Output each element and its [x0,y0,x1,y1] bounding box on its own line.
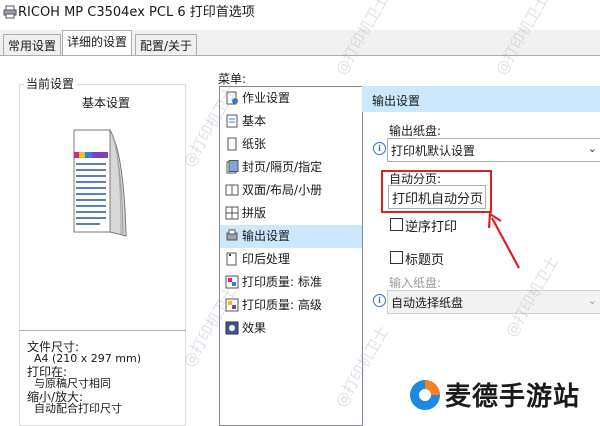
menu-item-paper[interactable]: 纸张 [220,133,362,156]
settings-divider [19,330,186,331]
document-preview-image [73,128,127,237]
output-tray-value: 打印机默认设置 [391,144,476,158]
cover-icon [226,160,239,174]
menu-item-quality-advanced[interactable]: 打印质量: 高级 [220,294,362,317]
paper-icon [227,137,237,151]
brand-name: 麦德手游站 [445,382,581,412]
menu-item-output[interactable]: 输出设置 [220,225,362,248]
reverse-order-label: 逆序打印 [405,220,458,235]
menu-item-label: 封页/隔页/指定 [242,160,323,174]
window-title: RICOH MP C3504ex PCL 6 打印首选项 [18,5,255,20]
input-tray-label: 输入纸盘: [389,276,442,290]
tab-common-settings[interactable]: 常用设置 [3,34,62,57]
menu-item-label: 打印质量: 高级 [242,298,322,312]
chevron-down-icon: ⌄ [587,294,597,307]
paper-size-value: A4 (210 x 297 mm) [34,352,142,365]
menu-list[interactable]: 作业设置 基本 纸张 封页/隔页/指定 双面/布局/小册 拼版 输出设置 印后处… [219,86,363,426]
current-settings-title: 当前设置 [24,75,77,92]
menu-item-label: 输出设置 [242,229,291,243]
printer-icon [3,5,17,19]
menu-item-quality-standard[interactable]: 打印质量: 标准 [220,271,362,294]
output-settings-header: 输出设置 [362,86,600,112]
quality-standard-icon [225,275,239,289]
title-bar: RICOH MP C3504ex PCL 6 打印首选项 [0,0,600,30]
effects-icon [225,321,239,335]
tab-strip: 常用设置 详细的设置 配置/关于 [0,30,600,57]
info-icon: i [373,142,386,155]
menu-item-imposition[interactable]: 拼版 [220,202,362,225]
menu-label: 菜单: [218,72,247,86]
basic-icon [226,114,238,128]
menu-item-label: 作业设置 [242,91,291,105]
menu-item-label: 基本 [242,114,267,128]
highlight-annotation-box [381,170,492,213]
slip-sheet-label: 标题页 [405,253,445,268]
menu-item-label: 拼版 [242,206,267,220]
menu-item-label: 双面/布局/小册 [242,183,323,197]
brand-logo-icon [410,380,440,410]
print-on-value: 与原稿尺寸相同 [34,377,111,390]
menu-item-job-settings[interactable]: 作业设置 [220,87,362,110]
finishing-icon [226,252,237,266]
quality-advanced-icon [225,298,239,312]
reverse-order-checkbox[interactable] [390,218,403,231]
output-icon [226,229,238,241]
menu-item-basic[interactable]: 基本 [220,110,362,133]
tab-config-about[interactable]: 配置/关于 [135,34,198,57]
chevron-down-icon: ⌄ [587,142,597,155]
menu-item-label: 纸张 [242,137,267,151]
slip-sheet-checkbox[interactable] [390,251,403,264]
menu-item-finishing[interactable]: 印后处理 [220,248,362,271]
tab-detailed-settings[interactable]: 详细的设置 [62,30,133,56]
output-tray-label: 输出纸盘: [389,124,442,138]
output-tray-select[interactable]: 打印机默认设置 ⌄ [387,138,600,162]
output-settings-title: 输出设置 [372,94,421,108]
input-tray-value: 自动选择纸盘 [391,296,464,310]
menu-item-cover[interactable]: 封页/隔页/指定 [220,156,362,179]
info-icon: i [373,294,386,307]
zoom-value: 自动配合打印尺寸 [34,402,122,415]
menu-item-effects[interactable]: 效果 [220,317,362,340]
imposition-icon [225,206,239,220]
red-arrow-icon [487,212,520,269]
job-settings-icon [226,91,238,105]
menu-item-label: 印后处理 [242,252,291,266]
menu-item-label: 效果 [242,321,267,335]
preview-title: 基本设置 [82,96,131,110]
menu-item-duplex[interactable]: 双面/布局/小册 [220,179,362,202]
menu-item-label: 打印质量: 标准 [242,275,322,289]
duplex-icon [225,184,239,196]
input-tray-select[interactable]: 自动选择纸盘 ⌄ [387,290,600,314]
